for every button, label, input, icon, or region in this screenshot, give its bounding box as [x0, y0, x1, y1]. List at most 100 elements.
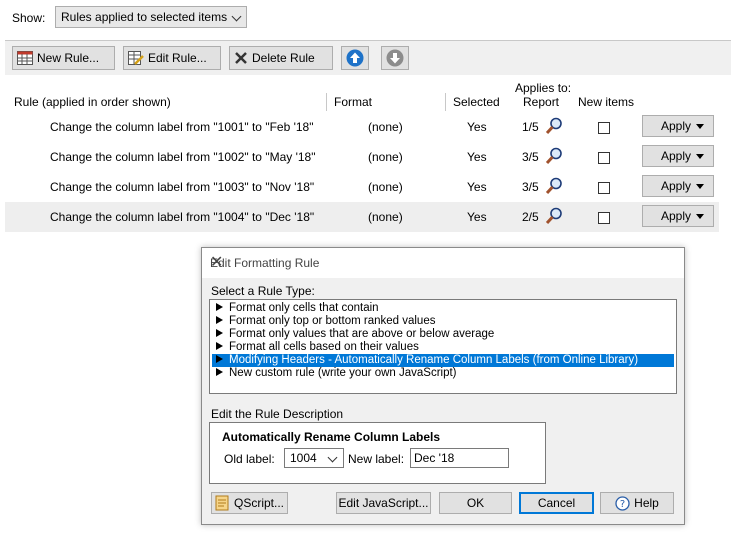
- edit-formatting-rule-dialog: Edit Formatting Rule ✕ Select a Rule Typ…: [201, 247, 685, 525]
- report-count: 3/5: [522, 150, 539, 164]
- table-row[interactable]: Change the column label from "1004" to "…: [5, 202, 719, 232]
- list-item-label: New custom rule (write your own JavaScri…: [229, 367, 457, 379]
- help-button[interactable]: ? Help: [600, 492, 674, 514]
- rule-text: Change the column label from "1002" to "…: [50, 150, 316, 164]
- qscript-icon: [215, 495, 229, 511]
- dialog-titlebar: Edit Formatting Rule ✕: [202, 248, 684, 278]
- chevron-down-icon: [327, 452, 338, 463]
- apply-label: Apply: [661, 119, 692, 133]
- new-items-checkbox[interactable]: [598, 122, 610, 134]
- cancel-label: Cancel: [537, 496, 576, 510]
- edit-javascript-label: Edit JavaScript...: [338, 496, 429, 510]
- show-filter-select[interactable]: Rules applied to selected items: [55, 6, 247, 28]
- rule-description-box: Automatically Rename Column Labels Old l…: [209, 422, 546, 484]
- move-down-button[interactable]: [381, 46, 409, 70]
- qscript-label: QScript...: [234, 496, 285, 510]
- format-value: (none): [368, 120, 403, 134]
- magnifier-icon[interactable]: [545, 117, 563, 135]
- new-label-input[interactable]: Dec '18: [410, 448, 509, 468]
- ok-label: OK: [466, 496, 485, 510]
- old-label-select[interactable]: 1004: [284, 448, 344, 468]
- rule-text: Change the column label from "1001" to "…: [50, 120, 314, 134]
- delete-rule-button[interactable]: Delete Rule: [229, 46, 333, 70]
- apply-button[interactable]: Apply: [642, 205, 714, 227]
- selected-value: Yes: [467, 210, 487, 224]
- dropdown-arrow-icon: [696, 184, 704, 189]
- new-label-value: Dec '18: [414, 451, 455, 465]
- list-item-selected[interactable]: Modifying Headers - Automatically Rename…: [212, 354, 674, 367]
- magnifier-icon[interactable]: [545, 147, 563, 165]
- selected-value: Yes: [467, 120, 487, 134]
- list-item[interactable]: Format only values that are above or bel…: [212, 328, 674, 341]
- apply-label: Apply: [661, 149, 692, 163]
- old-label-label: Old label:: [224, 452, 275, 466]
- delete-x-icon: [235, 52, 247, 64]
- edit-rule-icon: [128, 51, 144, 65]
- new-rule-icon: [17, 51, 33, 65]
- cancel-button[interactable]: Cancel: [519, 492, 594, 514]
- list-item[interactable]: Format only cells that contain: [212, 302, 674, 315]
- magnifier-icon[interactable]: [545, 207, 563, 225]
- rule-text: Change the column label from "1003" to "…: [50, 180, 315, 194]
- edit-rule-button[interactable]: Edit Rule...: [123, 46, 221, 70]
- dropdown-arrow-icon: [696, 214, 704, 219]
- format-value: (none): [368, 180, 403, 194]
- column-header-format: Format: [334, 95, 373, 109]
- bullet-arrow-icon: [216, 329, 223, 337]
- table-row[interactable]: Change the column label from "1001" to "…: [5, 112, 719, 142]
- group-title: Automatically Rename Column Labels: [222, 430, 441, 444]
- selected-value: Yes: [467, 180, 487, 194]
- new-rule-button[interactable]: New Rule...: [12, 46, 115, 70]
- column-separator: [445, 93, 446, 111]
- old-label-value: 1004: [290, 451, 317, 465]
- column-header-applies-to: Applies to:: [515, 81, 572, 95]
- edit-description-label: Edit the Rule Description: [211, 407, 344, 421]
- list-item-label: Format only top or bottom ranked values: [229, 315, 436, 327]
- qscript-button[interactable]: QScript...: [211, 492, 288, 514]
- table-row[interactable]: Change the column label from "1003" to "…: [5, 172, 719, 202]
- column-separator: [326, 93, 327, 111]
- table-row[interactable]: Change the column label from "1002" to "…: [5, 142, 719, 172]
- report-count: 1/5: [522, 120, 539, 134]
- new-items-checkbox[interactable]: [598, 152, 610, 164]
- column-header-rule: Rule (applied in order shown): [14, 95, 171, 109]
- list-item[interactable]: Format only top or bottom ranked values: [212, 315, 674, 328]
- ok-button[interactable]: OK: [439, 492, 512, 514]
- new-items-checkbox[interactable]: [598, 212, 610, 224]
- new-label-label: New label:: [348, 452, 405, 466]
- list-item-label: Modifying Headers - Automatically Rename…: [229, 354, 639, 366]
- dropdown-arrow-icon: [696, 154, 704, 159]
- list-item[interactable]: New custom rule (write your own JavaScri…: [212, 367, 674, 380]
- show-label: Show:: [12, 11, 46, 25]
- bullet-arrow-icon: [216, 368, 223, 376]
- column-header-selected: Selected: [453, 95, 500, 109]
- format-value: (none): [368, 210, 403, 224]
- edit-rule-label: Edit Rule...: [148, 51, 207, 65]
- apply-label: Apply: [661, 179, 692, 193]
- rules-toolbar: New Rule... Edit Rule... Delete Rule: [5, 40, 731, 75]
- apply-button[interactable]: Apply: [642, 115, 714, 137]
- bullet-arrow-icon: [216, 342, 223, 350]
- rule-type-list[interactable]: Format only cells that contain Format on…: [209, 299, 677, 394]
- selected-value: Yes: [467, 150, 487, 164]
- show-filter-value: Rules applied to selected items: [61, 10, 228, 24]
- select-rule-type-label: Select a Rule Type:: [211, 284, 315, 298]
- delete-rule-label: Delete Rule: [252, 51, 315, 65]
- close-icon[interactable]: ✕: [210, 255, 675, 271]
- list-item[interactable]: Format all cells based on their values: [212, 341, 674, 354]
- help-label: Help: [634, 496, 659, 510]
- dropdown-arrow-icon: [696, 124, 704, 129]
- chevron-down-icon: [231, 11, 242, 22]
- edit-javascript-button[interactable]: Edit JavaScript...: [336, 492, 431, 514]
- format-value: (none): [368, 150, 403, 164]
- svg-text:?: ?: [620, 499, 625, 510]
- apply-button[interactable]: Apply: [642, 175, 714, 197]
- new-rule-label: New Rule...: [37, 51, 100, 65]
- bullet-arrow-icon: [216, 316, 223, 324]
- new-items-checkbox[interactable]: [598, 182, 610, 194]
- move-up-button[interactable]: [341, 46, 369, 70]
- arrow-up-icon: [346, 49, 364, 67]
- apply-button[interactable]: Apply: [642, 145, 714, 167]
- column-header-report: Report: [523, 95, 560, 109]
- magnifier-icon[interactable]: [545, 177, 563, 195]
